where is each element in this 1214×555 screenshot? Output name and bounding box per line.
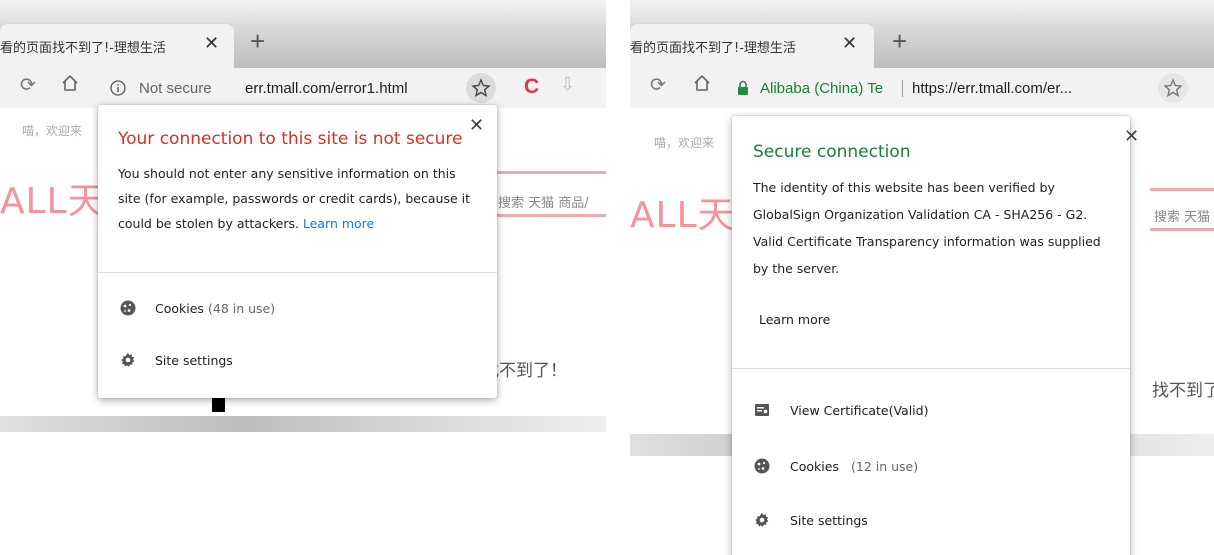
learn-more-link[interactable]: Learn more bbox=[303, 216, 374, 231]
search-placeholder: 搜索 天猫 bbox=[1154, 210, 1211, 225]
view-certificate-row[interactable]: View Certificate(Valid) bbox=[732, 395, 1130, 425]
cookies-label: Cookies bbox=[155, 301, 204, 316]
extension-c-icon[interactable]: C bbox=[524, 75, 539, 99]
site-settings-row[interactable]: Site settings bbox=[98, 346, 497, 376]
toolbar: ⟳ Alibaba (China) Te https://err.tmall.c… bbox=[630, 68, 1214, 109]
certificate-label-text: View Certificate bbox=[790, 403, 889, 418]
cookies-row[interactable]: Cookies (48 in use) bbox=[98, 293, 497, 323]
view-certificate-label: View Certificate(Valid) bbox=[790, 403, 928, 418]
search-bar-border bbox=[480, 214, 606, 217]
popup-description: You should not enter any sensitive infor… bbox=[118, 161, 480, 236]
url-text[interactable]: https://err.tmall.com/er... bbox=[912, 80, 1072, 97]
certificate-owner[interactable]: Alibaba (China) Te bbox=[760, 80, 894, 97]
certificate-status: (Valid) bbox=[888, 403, 929, 418]
learn-more-link[interactable]: Learn more bbox=[759, 312, 830, 327]
description-text: You should not enter any sensitive infor… bbox=[118, 166, 470, 231]
browser-window-not-secure: 看的页面找不到了!-理想生活 ✕ + ⟳ Not secure err.tmal… bbox=[0, 0, 606, 440]
site-settings-row[interactable]: Site settings bbox=[732, 506, 1130, 536]
new-tab-button[interactable]: + bbox=[250, 26, 265, 57]
site-settings-label: Site settings bbox=[155, 353, 233, 368]
lock-icon[interactable] bbox=[736, 80, 750, 101]
tab-title: 看的页面找不到了!-理想生活 bbox=[630, 41, 796, 56]
search-placeholder: 搜索 天猫 商品/ bbox=[498, 196, 589, 211]
omnibox[interactable]: Alibaba (China) Te https://err.tmall.com… bbox=[726, 73, 1166, 103]
tab-close-icon[interactable]: ✕ bbox=[204, 33, 219, 54]
search-bar-border bbox=[1150, 188, 1214, 191]
omnibox[interactable]: Not secure err.tmall.com/error1.html bbox=[98, 73, 500, 103]
star-icon[interactable] bbox=[1158, 73, 1188, 103]
cookies-count: (48 in use) bbox=[208, 301, 276, 316]
site-settings-label: Site settings bbox=[790, 513, 868, 528]
site-info-popup: ✕ Secure connection The identity of this… bbox=[732, 116, 1139, 555]
close-icon[interactable]: ✕ bbox=[469, 115, 484, 136]
site-info-popup: ✕ Your connection to this site is not se… bbox=[98, 105, 497, 398]
popup-title: Secure connection bbox=[753, 142, 911, 162]
home-icon[interactable] bbox=[60, 73, 80, 99]
security-label[interactable]: Not secure bbox=[139, 80, 212, 97]
new-tab-button[interactable]: + bbox=[892, 26, 907, 57]
search-bar-border bbox=[480, 171, 606, 174]
gear-icon bbox=[754, 512, 770, 528]
separator bbox=[902, 80, 903, 97]
reload-icon[interactable]: ⟳ bbox=[650, 74, 666, 97]
reload-icon[interactable]: ⟳ bbox=[20, 74, 36, 97]
cookie-icon bbox=[754, 458, 770, 474]
extension-icon[interactable]: ⇩ bbox=[560, 74, 575, 95]
cookies-label: Cookies bbox=[790, 459, 839, 474]
star-icon[interactable] bbox=[466, 73, 496, 103]
cookies-count: (12 in use) bbox=[851, 459, 919, 474]
tab-title: 看的页面找不到了!-理想生活 bbox=[0, 41, 166, 56]
cookie-icon bbox=[120, 300, 136, 316]
tab-close-icon[interactable]: ✕ bbox=[842, 33, 857, 54]
cookies-row[interactable]: Cookies (12 in use) bbox=[732, 451, 1130, 481]
close-icon[interactable]: ✕ bbox=[1124, 126, 1139, 147]
toolbar: ⟳ Not secure err.tmall.com/error1.html C… bbox=[0, 68, 606, 109]
home-icon[interactable] bbox=[692, 73, 712, 99]
browser-tab[interactable]: 看的页面找不到了!-理想生活 ✕ bbox=[0, 24, 234, 68]
search-bar-border bbox=[1150, 228, 1214, 231]
browser-window-secure: 看的页面找不到了!-理想生活 ✕ + ⟳ Alibaba (China) Te … bbox=[630, 0, 1214, 555]
page-footer-strip bbox=[0, 416, 606, 432]
tmall-logo: ALL天 bbox=[630, 195, 735, 236]
not-found-text: 找不到了 bbox=[1152, 381, 1214, 401]
divider bbox=[98, 272, 497, 273]
certificate-icon bbox=[754, 402, 770, 418]
page-image-fragment bbox=[212, 398, 225, 412]
gear-icon bbox=[120, 352, 136, 368]
welcome-text: 喵，欢迎来 bbox=[654, 136, 715, 150]
tmall-logo: ALL天 bbox=[0, 181, 105, 222]
info-icon[interactable] bbox=[110, 80, 126, 101]
browser-tab[interactable]: 看的页面找不到了!-理想生活 ✕ bbox=[630, 24, 874, 68]
popup-title: Your connection to this site is not secu… bbox=[118, 129, 463, 149]
divider bbox=[732, 368, 1130, 369]
url-text[interactable]: err.tmall.com/error1.html bbox=[245, 80, 408, 97]
welcome-text: 喵，欢迎来 bbox=[22, 124, 83, 138]
popup-description: The identity of this website has been ve… bbox=[753, 180, 1101, 276]
